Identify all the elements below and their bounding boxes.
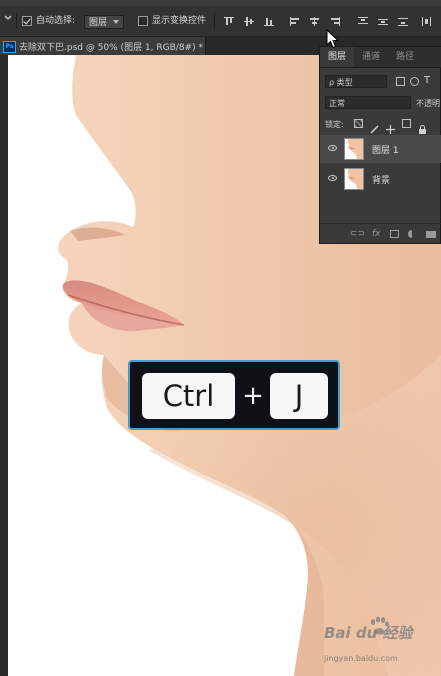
filter-image-icon[interactable] [396,77,405,86]
layer-row-layer1[interactable]: 图层 1 [320,135,441,163]
tab-channels[interactable]: 通道 [354,47,388,67]
lock-label: 锁定: [325,120,344,129]
filter-adjustment-icon[interactable] [410,77,419,86]
align-top-icon[interactable] [224,17,234,26]
align-vertical-center-icon[interactable] [244,17,254,26]
document-title: 去除双下巴.psd @ 50% (图层 1, RGB/8#) * [19,43,203,53]
mouse-cursor-icon [326,28,340,49]
plus-sign: + [242,381,264,411]
auto-select-dropdown[interactable]: 图层 [84,15,124,29]
distribute-center-icon[interactable] [378,17,388,26]
options-bar: 自动选择: 图层 显示变换控件 [0,6,441,37]
align-bottom-icon[interactable] [264,17,274,26]
show-transform-checkbox[interactable] [138,16,148,26]
divider [16,13,17,29]
panel-tabs: 图层 通道 路径 [320,47,441,68]
layer-filter-dropdown[interactable]: ρ 类型 [325,75,387,88]
shortcut-overlay: Ctrl + J [128,360,340,430]
lock-position-icon[interactable] [386,119,395,134]
add-mask-icon[interactable] [390,230,399,238]
align-horizontal-center-icon[interactable] [310,17,320,26]
baidu-jingyan-watermark: Bai du 经验 jingyan.baidu.com [318,614,438,674]
new-group-icon[interactable] [426,231,436,238]
layer-name: 图层 1 [372,146,399,156]
layers-panel-footer: ⊂⊃ fx [320,223,441,244]
lock-image-pixels-icon[interactable] [370,119,379,134]
layers-panel: 图层 通道 路径 ρ 类型 T 正常 不透明 锁定: 图层 1 背景 ⊂⊃ fx [319,46,441,244]
visibility-eye-icon[interactable] [328,175,337,181]
distribute-top-icon[interactable] [358,17,368,26]
tab-paths[interactable]: 路径 [388,47,422,67]
distribute-left-icon[interactable] [422,17,432,26]
opacity-label: 不透明 [416,99,440,108]
layer-row-background[interactable]: 背景 [320,165,441,193]
tab-layers[interactable]: 图层 [320,47,354,67]
distribute-bottom-icon[interactable] [398,17,408,26]
lock-all-icon[interactable] [418,119,427,134]
j-key: J [270,373,328,419]
watermark-brand: Bai du 经验 [324,624,413,642]
blend-mode-dropdown[interactable]: 正常 [325,96,411,109]
photoshop-file-icon: Ps [3,41,16,53]
link-layers-icon[interactable]: ⊂⊃ [350,229,365,239]
blend-mode-value: 正常 [329,99,345,108]
filter-type-icon[interactable]: T [424,75,433,86]
layer-thumbnail [344,168,364,190]
layer-thumbnail [344,138,364,160]
divider [214,13,215,29]
chevron-down-icon [113,20,119,24]
adjustment-layer-icon[interactable] [408,230,416,238]
lock-transparent-pixels-icon[interactable] [354,119,363,128]
layer-filter-value: ρ 类型 [329,78,353,87]
align-left-icon[interactable] [290,17,300,26]
tool-preset-chevron-icon[interactable] [4,13,12,27]
layer-name: 背景 [372,176,391,186]
ctrl-key: Ctrl [142,373,235,419]
align-right-icon[interactable] [330,17,340,26]
visibility-eye-icon[interactable] [328,145,337,151]
show-transform-label: 显示变换控件 [152,16,207,26]
watermark-url: jingyan.baidu.com [324,654,398,663]
auto-select-label: 自动选择: [36,16,76,26]
auto-select-checkbox[interactable] [22,16,32,26]
auto-select-value: 图层 [89,18,108,28]
fx-icon[interactable]: fx [372,229,381,239]
lock-artboard-icon[interactable] [402,119,411,128]
document-tab[interactable]: Ps 去除双下巴.psd @ 50% (图层 1, RGB/8#) * [0,37,206,55]
